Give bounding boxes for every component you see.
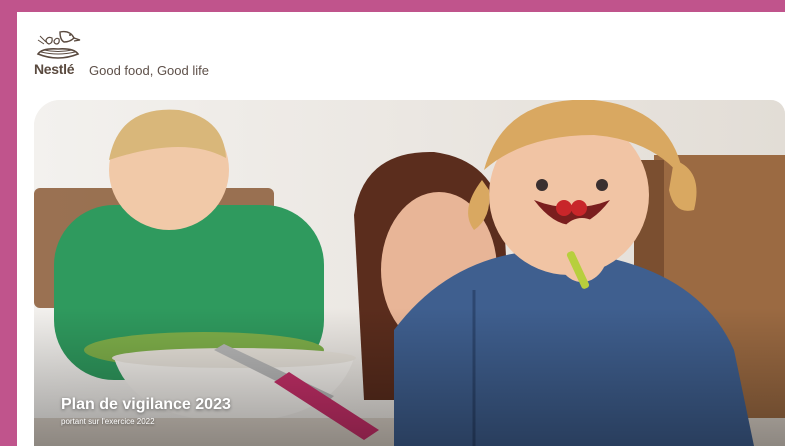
cover-photo [34,100,785,446]
cover-title: Plan de vigilance 2023 [61,396,231,413]
brand-wordmark: Nestlé [34,61,75,77]
cover-subtitle: portant sur l'exercice 2022 [61,417,155,426]
brand-header: Nestlé Good food, Good life [17,12,785,102]
nest-with-birds-icon [36,30,81,59]
document-page: Nestlé Good food, Good life Plan de vigi… [17,12,785,446]
brand-tagline: Good food, Good life [89,63,209,78]
